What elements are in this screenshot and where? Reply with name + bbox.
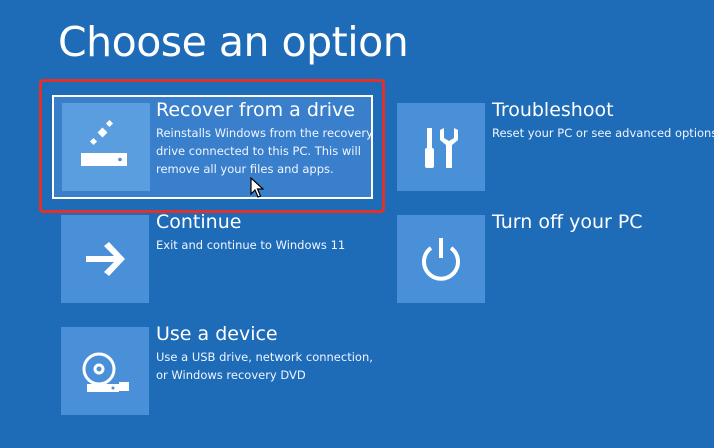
arrow-right-icon — [61, 215, 149, 303]
power-icon — [397, 215, 485, 303]
tools-icon — [397, 103, 485, 191]
page-title: Choose an option — [58, 18, 409, 66]
disc-drive-icon — [61, 327, 149, 415]
option-description: Exit and continue to Windows 11 — [156, 238, 346, 252]
option-troubleshoot[interactable]: Troubleshoot Reset your PC or see advanc… — [397, 99, 714, 193]
option-turn-off-pc[interactable]: Turn off your PC — [397, 211, 714, 305]
option-continue[interactable]: Continue Exit and continue to Windows 11 — [61, 211, 391, 305]
option-description: Use a USB drive, network connection, or … — [156, 350, 373, 382]
option-description: Reset your PC or see advanced options — [492, 126, 714, 140]
option-label: Turn off your PC — [492, 211, 643, 233]
option-label: Troubleshoot — [492, 99, 614, 121]
mouse-pointer-icon — [250, 177, 264, 198]
option-label: Use a device — [156, 323, 278, 345]
highlight-frame — [39, 79, 385, 213]
option-use-device[interactable]: Use a device Use a USB drive, network co… — [61, 323, 391, 417]
